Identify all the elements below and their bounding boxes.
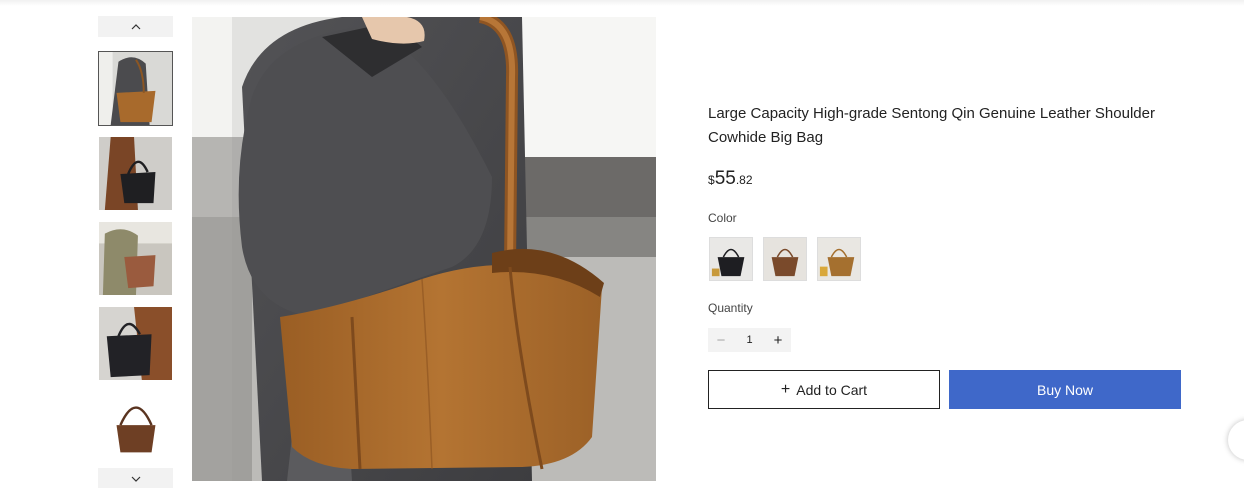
quantity-label: Quantity bbox=[708, 301, 753, 315]
price-decimal: .82 bbox=[735, 173, 753, 187]
quantity-stepper: − 1 + bbox=[708, 328, 791, 352]
thumbnail-scroll-down-button[interactable] bbox=[98, 468, 173, 488]
thumbnail-image-tan-bag-model bbox=[99, 52, 172, 125]
color-swatch-black[interactable] bbox=[709, 237, 753, 281]
buy-now-label: Buy Now bbox=[1036, 381, 1094, 398]
quantity-value[interactable]: 1 bbox=[738, 334, 762, 346]
thumbnail-1[interactable] bbox=[98, 51, 173, 126]
thumbnail-5[interactable] bbox=[98, 391, 173, 466]
price-integer: 55 bbox=[714, 168, 736, 189]
product-photo-tan-shoulder-bag bbox=[192, 17, 656, 481]
swatch-image-brown-bag bbox=[764, 238, 806, 280]
swatch-image-black-bag bbox=[710, 238, 752, 280]
thumbnail-image-black-bag-model bbox=[99, 137, 172, 210]
add-to-cart-label: Add to Cart bbox=[796, 381, 868, 398]
plus-icon: + bbox=[780, 380, 791, 398]
chevron-up-icon bbox=[131, 23, 140, 29]
thumbnail-2[interactable] bbox=[98, 136, 173, 211]
price-currency: $ bbox=[708, 173, 715, 187]
color-swatch-tan[interactable] bbox=[817, 237, 861, 281]
swatch-image-tan-bag bbox=[818, 238, 860, 280]
color-label: Color bbox=[708, 211, 737, 225]
quantity-decrease-button[interactable]: − bbox=[708, 328, 734, 352]
main-product-image[interactable] bbox=[192, 17, 656, 481]
chat-widget-button[interactable] bbox=[1228, 420, 1244, 460]
thumbnail-image-black-bag-side bbox=[99, 307, 172, 380]
quantity-increase-button[interactable]: + bbox=[765, 328, 791, 352]
product-title: Large Capacity High-grade Sentong Qin Ge… bbox=[708, 105, 1155, 146]
thumbnail-4[interactable] bbox=[98, 306, 173, 381]
product-price: $55.82 bbox=[708, 168, 753, 190]
thumbnail-3[interactable] bbox=[98, 221, 173, 296]
buy-now-button[interactable]: Buy Now bbox=[949, 370, 1181, 409]
thumbnail-image-brown-bag-model bbox=[99, 222, 172, 295]
color-swatches bbox=[709, 237, 861, 281]
thumbnail-scroll-up-button[interactable] bbox=[98, 16, 173, 37]
chevron-down-icon bbox=[131, 476, 140, 482]
thumbnail-image-brown-bag-product bbox=[99, 392, 172, 465]
header-shadow bbox=[0, 0, 1244, 6]
color-swatch-brown[interactable] bbox=[763, 237, 807, 281]
add-to-cart-button[interactable]: + Add to Cart bbox=[708, 370, 940, 409]
